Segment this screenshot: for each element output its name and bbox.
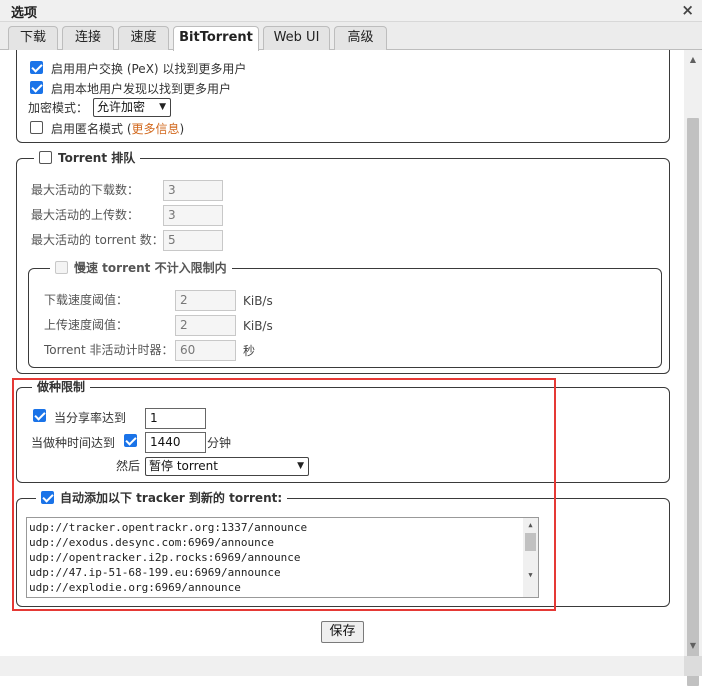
options-content: 启用用户交换 (PeX) 以找到更多用户 启用本地用户发现以找到更多用户 加密模… xyxy=(0,50,684,656)
inactive-timer-label: Torrent 非活动计时器： xyxy=(44,343,174,357)
tab-advanced[interactable]: 高级 xyxy=(334,26,387,50)
dl-threshold-unit: KiB/s xyxy=(243,294,273,308)
content-scrollbar[interactable]: ▲ ▼ xyxy=(684,50,702,686)
max-torrents-label: 最大活动的 torrent 数： xyxy=(31,233,164,247)
slow-torrents-checkbox[interactable] xyxy=(55,261,68,274)
tab-webui[interactable]: Web UI xyxy=(263,26,330,50)
highlight-box xyxy=(12,378,556,611)
encryption-select[interactable]: 允许加密 ▼ xyxy=(93,98,171,117)
dl-threshold-input[interactable]: 2 xyxy=(175,290,236,311)
encryption-label: 加密模式： xyxy=(28,101,89,115)
dl-threshold-label: 下载速度阈值： xyxy=(44,293,129,307)
content-scroll-thumb[interactable] xyxy=(687,118,699,686)
more-info-link[interactable]: 更多信息 xyxy=(132,122,180,136)
close-icon[interactable]: × xyxy=(681,1,694,19)
tab-connection[interactable]: 连接 xyxy=(62,26,114,50)
chevron-down-icon: ▼ xyxy=(159,102,166,112)
lsd-label: 启用本地用户发现以找到更多用户 xyxy=(51,82,232,96)
max-uploads-input[interactable]: 3 xyxy=(163,205,223,226)
tab-downloads[interactable]: 下载 xyxy=(8,26,58,50)
horizontal-scrollbar[interactable] xyxy=(0,656,684,676)
max-downloads-label: 最大活动的下载数： xyxy=(31,183,140,197)
anonymous-label: 启用匿名模式 (更多信息) xyxy=(51,122,185,136)
dialog-title: 选项 xyxy=(11,6,38,21)
ul-threshold-unit: KiB/s xyxy=(243,319,273,333)
pex-checkbox[interactable] xyxy=(30,61,43,74)
dialog-titlebar: 选项 × xyxy=(0,0,702,22)
queue-checkbox[interactable] xyxy=(39,151,52,164)
queue-legend: Torrent 排队 xyxy=(34,150,141,166)
resize-corner[interactable] xyxy=(684,656,702,676)
ul-threshold-input[interactable]: 2 xyxy=(175,315,236,336)
lsd-checkbox[interactable] xyxy=(30,81,43,94)
inactive-timer-input[interactable]: 60 xyxy=(175,340,236,361)
max-downloads-input[interactable]: 3 xyxy=(163,180,223,201)
scroll-down-icon[interactable]: ▼ xyxy=(684,638,702,654)
encryption-value: 允许加密 xyxy=(97,100,146,114)
max-torrents-input[interactable]: 5 xyxy=(163,230,223,251)
save-button[interactable]: 保存 xyxy=(321,621,364,643)
scroll-up-icon[interactable]: ▲ xyxy=(684,52,702,68)
slow-torrents-legend: 慢速 torrent 不计入限制内 xyxy=(50,260,232,276)
tab-bar: 下载 连接 速度 BitTorrent Web UI 高级 xyxy=(0,22,702,51)
inactive-timer-unit: 秒 xyxy=(243,344,256,358)
ul-threshold-label: 上传速度阈值： xyxy=(44,318,129,332)
tab-bittorrent[interactable]: BitTorrent xyxy=(173,26,259,51)
anonymous-checkbox[interactable] xyxy=(30,121,43,134)
tab-speed[interactable]: 速度 xyxy=(118,26,169,50)
pex-label: 启用用户交换 (PeX) 以找到更多用户 xyxy=(51,62,247,76)
max-uploads-label: 最大活动的上传数： xyxy=(31,208,140,222)
